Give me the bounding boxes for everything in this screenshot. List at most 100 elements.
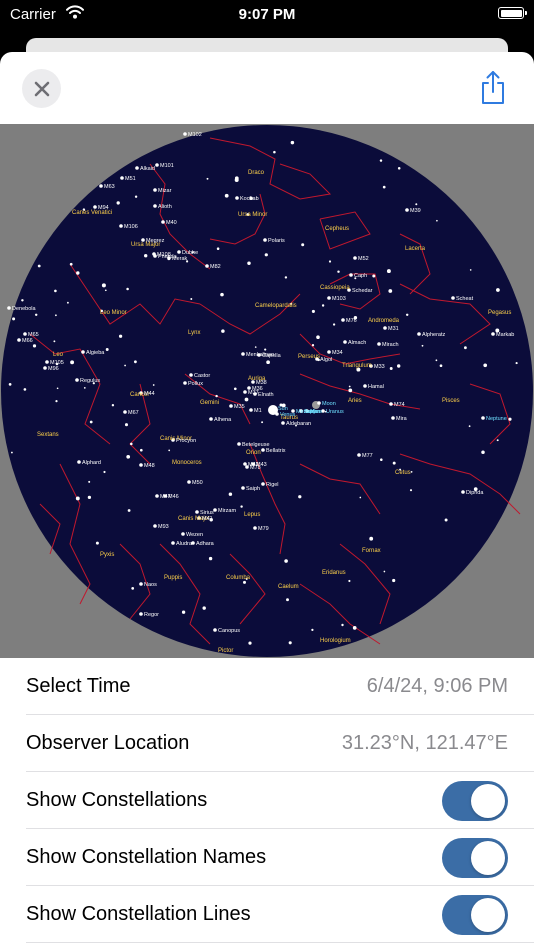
object-dot-diphda — [461, 490, 465, 494]
star — [290, 140, 295, 145]
close-icon — [34, 81, 49, 96]
object-dot-m108 — [152, 252, 156, 256]
object-label-alkaid: Alkaid — [140, 166, 155, 172]
star — [76, 271, 80, 275]
sky-map[interactable]: Draco Ursa Minor Cepheus Lacerta Ursa Major C… — [0, 124, 534, 658]
object-label-merak: Merak — [172, 256, 188, 262]
star — [409, 489, 413, 492]
star — [124, 423, 129, 427]
object-dot-naos — [139, 582, 143, 586]
select-time-row[interactable]: Select Time 6/4/24, 9:06 PM — [0, 658, 534, 715]
object-dot-moon — [317, 401, 321, 405]
object-dot-polaris — [263, 238, 267, 242]
object-dot-castor — [189, 373, 193, 377]
star — [386, 269, 391, 274]
object-dot-kochab — [235, 196, 239, 200]
object-dot-mira — [391, 416, 395, 420]
observer-location-row[interactable]: Observer Location 31.23°N, 121.47°E — [0, 715, 534, 772]
star — [23, 388, 27, 391]
star — [359, 496, 362, 499]
object-dot-alioth — [153, 204, 157, 208]
star — [126, 287, 129, 291]
settings-list: Select Time 6/4/24, 9:06 PM Observer Loc… — [0, 658, 534, 943]
show-constellation-names-toggle[interactable] — [442, 837, 508, 878]
star — [216, 247, 220, 250]
star — [248, 641, 252, 645]
constellation-name-puppis: Puppis — [164, 575, 182, 581]
constellation-name-camelopardalis: Camelopardalis — [255, 303, 297, 309]
object-label-m94: M94 — [98, 205, 109, 211]
show-constellation-lines-label: Show Constellation Lines — [26, 903, 251, 925]
star — [104, 289, 107, 292]
object-dot-alphard — [77, 460, 81, 464]
object-label-alphard: Alphard — [82, 460, 101, 466]
constellation-name-gemini: Gemini — [200, 400, 219, 406]
star — [139, 448, 143, 452]
object-dot-wezen — [181, 532, 185, 536]
star — [75, 496, 80, 501]
show-constellations-toggle[interactable] — [442, 780, 508, 821]
star — [397, 364, 401, 368]
star — [168, 449, 171, 452]
object-dot-scheat — [451, 296, 455, 300]
object-dot-almach — [343, 340, 347, 344]
object-dot-algieba — [81, 350, 85, 354]
star — [133, 360, 137, 364]
constellation-name-draco: Draco — [248, 170, 265, 176]
close-button[interactable] — [22, 69, 61, 108]
star — [103, 470, 106, 474]
constellation-name-aries: Aries — [348, 398, 362, 404]
object-label-m44: M44 — [144, 391, 155, 397]
object-dot-m66 — [17, 338, 21, 342]
object-dot-m42 — [243, 462, 247, 466]
star — [247, 261, 251, 265]
object-dot-bellatrix — [261, 448, 265, 452]
star — [328, 260, 332, 263]
object-label-mirach: Mirach — [382, 342, 399, 348]
object-label-scheat: Scheat — [456, 296, 474, 302]
object-dot-betelgeuse — [237, 442, 241, 446]
object-label-diphda: Diphda — [466, 490, 484, 496]
constellation-name-pisces: Pisces — [442, 398, 460, 404]
star — [301, 243, 305, 247]
object-label-almach: Almach — [348, 340, 366, 346]
object-label-m41: M41 — [202, 516, 213, 522]
show-constellation-lines-toggle[interactable] — [442, 894, 508, 935]
star — [468, 425, 471, 428]
select-time-value[interactable]: 6/4/24, 9:06 PM — [367, 675, 508, 698]
star — [311, 628, 314, 632]
star — [341, 623, 344, 627]
star — [130, 442, 133, 446]
object-label-mira: Mira — [396, 416, 408, 422]
constellation-name-andromeda: Andromeda — [368, 318, 400, 324]
star — [228, 492, 233, 496]
constellation-name-triangulum: Triangulum — [342, 363, 372, 369]
star — [298, 495, 302, 499]
object-label-hamal: Hamal — [368, 384, 384, 390]
object-label-m40: M40 — [166, 220, 177, 226]
battery-icon — [498, 7, 527, 19]
object-label-m76: M76 — [346, 318, 357, 324]
object-label-alpheratz: Alpheratz — [422, 332, 445, 338]
star — [397, 167, 401, 170]
object-label-m77: M77 — [362, 453, 373, 459]
constellation-name-pyxis: Pyxis — [100, 552, 114, 558]
show-constellations-label: Show Constellations — [26, 789, 208, 811]
star — [444, 518, 448, 522]
object-dot-pollux — [183, 381, 187, 385]
star — [202, 606, 206, 610]
star — [508, 417, 512, 421]
object-dot-sirius — [195, 510, 199, 514]
object-label-m74: M74 — [394, 402, 405, 408]
share-button[interactable] — [480, 70, 506, 106]
object-dot-m101 — [155, 163, 159, 167]
star — [10, 451, 13, 454]
star — [392, 461, 396, 465]
object-dot-m39 — [405, 208, 409, 212]
select-time-label: Select Time — [26, 675, 131, 697]
observer-location-label: Observer Location — [26, 732, 190, 754]
observer-location-value[interactable]: 31.23°N, 121.47°E — [342, 732, 508, 755]
star — [126, 454, 131, 459]
object-label-elnath: Elnath — [258, 392, 274, 398]
object-label-m102: M102 — [188, 132, 202, 138]
